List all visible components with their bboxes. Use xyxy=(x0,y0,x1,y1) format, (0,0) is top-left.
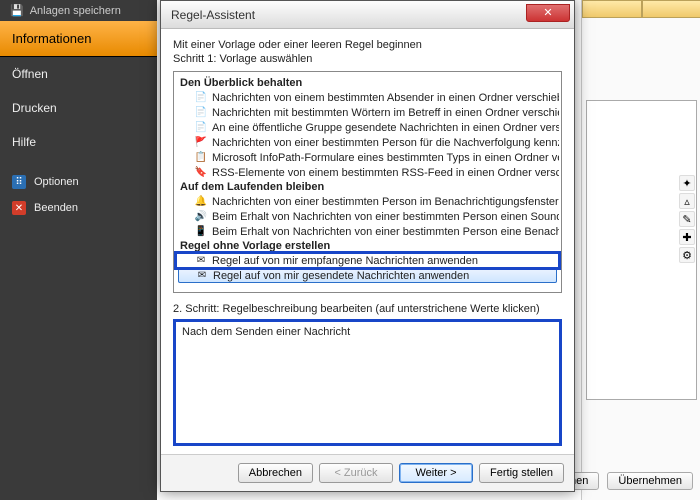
sidebar-item-options[interactable]: ⠿ Optionen xyxy=(0,169,157,195)
finish-button[interactable]: Fertig stellen xyxy=(479,463,564,483)
sidebar-item-open[interactable]: Öffnen xyxy=(0,57,157,91)
template-label: RSS-Elemente von einem bestimmten RSS-Fe… xyxy=(212,167,559,179)
exit-icon: ✕ xyxy=(12,201,26,215)
template-category: Auf dem Laufenden bleiben xyxy=(176,180,559,194)
app-window: 💾 Anlagen speichern Informationen Öffnen… xyxy=(0,0,700,500)
back-button: < Zurück xyxy=(319,463,393,483)
template-label: An eine öffentliche Gruppe gesendete Nac… xyxy=(212,122,559,134)
template-icon: 🔊 xyxy=(194,210,208,223)
dialog-body: Mit einer Vorlage oder einer leeren Rege… xyxy=(161,29,574,454)
template-item[interactable]: 📋 Microsoft InfoPath-Formulare eines best… xyxy=(176,150,559,165)
template-label: Nachrichten von einem bestimmten Absende… xyxy=(212,92,559,104)
dialog-titlebar: Regel-Assistent ✕ xyxy=(161,1,574,29)
template-icon: 📋 xyxy=(194,151,208,164)
template-label: Nachrichten mit bestimmten Wörtern im Be… xyxy=(212,107,559,119)
dialog-title: Regel-Assistent xyxy=(171,8,526,22)
bg-tool-icon[interactable]: ▵ xyxy=(679,193,695,209)
sidebar-item-exit[interactable]: ✕ Beenden xyxy=(0,195,157,221)
sidebar-item-information[interactable]: Informationen xyxy=(0,21,157,57)
template-icon: 🚩 xyxy=(194,136,208,149)
bg-tool-icon[interactable]: ✎ xyxy=(679,211,695,227)
template-label: Beim Erhalt von Nachrichten von einer be… xyxy=(212,226,559,238)
template-icon: 🔖 xyxy=(194,166,208,179)
template-icon: 📄 xyxy=(194,91,208,104)
template-icon: 📄 xyxy=(194,121,208,134)
template-item[interactable]: 🚩 Nachrichten von einer bestimmten Person… xyxy=(176,135,559,150)
bg-tabstrip xyxy=(582,0,700,18)
save-attachments-icon: 💾 xyxy=(10,4,24,17)
template-item[interactable]: ✉ Regel auf von mir empfangene Nachrichte… xyxy=(176,253,559,268)
template-icon: 📄 xyxy=(194,106,208,119)
bg-toolbar: ✦ ▵ ✎ ✚ ⚙ xyxy=(679,175,695,263)
template-label: Beim Erhalt von Nachrichten von einer be… xyxy=(212,211,559,223)
sidebar-top-label: Anlagen speichern xyxy=(30,5,121,17)
cancel-button[interactable]: Abbrechen xyxy=(238,463,313,483)
rule-wizard-dialog: Regel-Assistent ✕ Mit einer Vorlage oder… xyxy=(160,0,575,492)
next-button[interactable]: Weiter > xyxy=(399,463,473,483)
template-icon: 🔔 xyxy=(194,195,208,208)
template-item[interactable]: 📄 Nachrichten mit bestimmten Wörtern im B… xyxy=(176,105,559,120)
template-label: Microsoft InfoPath-Formulare eines besti… xyxy=(212,152,559,164)
bg-tool-icon[interactable]: ⚙ xyxy=(679,247,695,263)
template-icon: ✉ xyxy=(195,269,209,282)
template-item[interactable]: ✉ Regel auf von mir gesendete Nachrichten… xyxy=(178,268,557,283)
template-item[interactable]: 📱 Beim Erhalt von Nachrichten von einer b… xyxy=(176,224,559,239)
bg-tool-icon[interactable]: ✦ xyxy=(679,175,695,191)
template-icon: 📱 xyxy=(194,225,208,238)
step1-label: Schritt 1: Vorlage auswählen xyxy=(173,53,562,65)
close-button[interactable]: ✕ xyxy=(526,4,570,22)
sidebar-sub-label: Optionen xyxy=(34,176,79,188)
sidebar-sub-label: Beenden xyxy=(34,202,78,214)
intro-heading: Mit einer Vorlage oder einer leeren Rege… xyxy=(173,39,562,51)
rule-description-box[interactable]: Nach dem Senden einer Nachricht xyxy=(173,319,562,446)
template-icon: ✉ xyxy=(194,254,208,267)
bg-apply-button[interactable]: Übernehmen xyxy=(607,472,693,490)
sidebar-item-help[interactable]: Hilfe xyxy=(0,125,157,159)
template-item[interactable]: 🔔 Nachrichten von einer bestimmten Person… xyxy=(176,194,559,209)
backstage-sidebar: 💾 Anlagen speichern Informationen Öffnen… xyxy=(0,0,157,500)
options-icon: ⠿ xyxy=(12,175,26,189)
template-item[interactable]: 📄 Nachrichten von einem bestimmten Absend… xyxy=(176,90,559,105)
sidebar-item-print[interactable]: Drucken xyxy=(0,91,157,125)
template-label: Nachrichten von einer bestimmten Person … xyxy=(212,137,559,149)
close-icon: ✕ xyxy=(543,6,552,19)
background-panel: ✦ ▵ ✎ ✚ ⚙ brechen Übernehmen xyxy=(581,0,700,500)
template-category: Den Überblick behalten xyxy=(176,76,559,90)
sidebar-top-item[interactable]: 💾 Anlagen speichern xyxy=(0,0,157,21)
template-listbox[interactable]: Den Überblick behalten📄Nachrichten von e… xyxy=(173,71,562,293)
template-item[interactable]: 📄 An eine öffentliche Gruppe gesendete Na… xyxy=(176,120,559,135)
template-category: Regel ohne Vorlage erstellen xyxy=(176,239,559,253)
template-item[interactable]: 🔊 Beim Erhalt von Nachrichten von einer b… xyxy=(176,209,559,224)
dialog-footer: Abbrechen < Zurück Weiter > Fertig stell… xyxy=(161,454,574,491)
bg-tool-icon[interactable]: ✚ xyxy=(679,229,695,245)
step2-label: 2. Schritt: Regelbeschreibung bearbeiten… xyxy=(173,303,562,315)
template-label: Regel auf von mir empfangene Nachrichten… xyxy=(212,255,478,267)
template-item[interactable]: 🔖 RSS-Elemente von einem bestimmten RSS-F… xyxy=(176,165,559,180)
template-label: Nachrichten von einer bestimmten Person … xyxy=(212,196,559,208)
rule-description-text: Nach dem Senden einer Nachricht xyxy=(182,326,350,338)
template-label: Regel auf von mir gesendete Nachrichten … xyxy=(213,270,469,282)
